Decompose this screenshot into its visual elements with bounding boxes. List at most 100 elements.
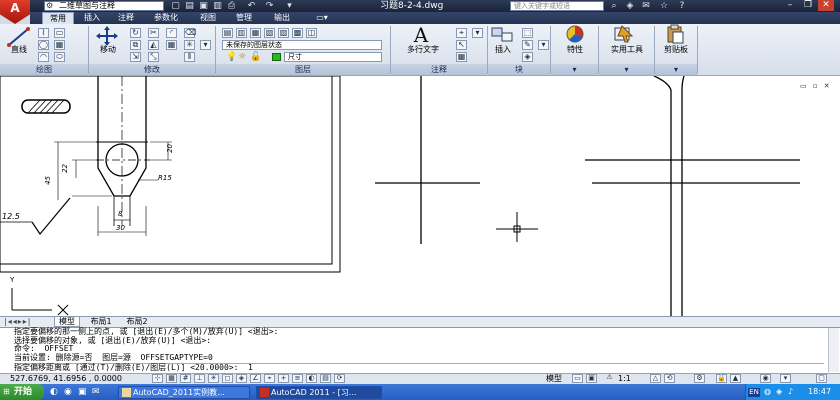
properties-button[interactable]: 特性 (556, 44, 594, 55)
volume-icon[interactable]: ♪ (788, 387, 798, 397)
block-dropdown-icon[interactable]: ▾ (538, 40, 549, 50)
tab-parametric[interactable]: 参数化 (146, 12, 186, 24)
new-file-icon[interactable]: ▢ (170, 1, 181, 11)
leader-icon[interactable]: ↖ (456, 40, 467, 50)
taskbar-item-autocad[interactable]: AutoCAD 2011 - [习... (256, 386, 382, 399)
array-icon[interactable]: ▦ (166, 40, 177, 50)
clipboard-icon[interactable] (664, 24, 686, 44)
rotate-icon[interactable]: ↻ (130, 28, 141, 38)
autocad-logo-icon[interactable]: A (0, 0, 30, 24)
auto-scale-icon[interactable]: ⟲ (664, 374, 675, 383)
clipboard-dropdown-icon[interactable]: ▾ (655, 64, 697, 75)
minimize-icon[interactable]: – (782, 0, 798, 11)
coordinates-readout[interactable]: 527.6769, 41.6956 , 0.0000 (10, 374, 122, 384)
grid-display-icon[interactable]: # (180, 374, 191, 383)
mtext-button[interactable]: 多行文字 (398, 44, 448, 55)
annotation-scale-icon[interactable]: ⚠ (604, 374, 615, 383)
lock-toolbar-icon[interactable]: 🔒 (716, 374, 727, 383)
layer-icon-7[interactable]: ◫ (306, 28, 317, 38)
properties-dropdown-icon[interactable]: ▾ (551, 64, 598, 75)
polar-tracking-icon[interactable]: ✳ (208, 374, 219, 383)
edit-block-icon[interactable]: ✎ (522, 40, 533, 50)
taskbar-item-tutorial[interactable]: AutoCAD_2011实例教... (118, 386, 250, 399)
command-scrollbar[interactable] (828, 328, 839, 372)
save-as-icon[interactable]: ▥ (212, 1, 223, 11)
annotation-panel-title[interactable]: 注释 (391, 64, 487, 75)
utilities-icon[interactable] (612, 24, 634, 44)
quicklaunch-icon-1[interactable]: ◐ (50, 386, 62, 398)
trim-icon[interactable]: ✂ (148, 28, 159, 38)
stretch-icon[interactable]: ⇲ (130, 52, 141, 62)
properties-icon[interactable] (564, 24, 586, 44)
quick-view-layouts-icon[interactable]: ▭ (572, 374, 583, 383)
quicklaunch-icon-2[interactable]: ◉ (64, 386, 76, 398)
quick-properties-icon[interactable]: ▤ (320, 374, 331, 383)
redo-icon[interactable]: ↷ (264, 1, 275, 11)
fillet-icon[interactable]: ◜ (166, 28, 177, 38)
annotation-scale[interactable]: 1:1 (618, 374, 631, 384)
tab-manage[interactable]: 管理 (228, 12, 260, 24)
tray-icon-2[interactable]: ◈ (776, 387, 786, 397)
current-layer-select[interactable]: 尺寸 (284, 52, 382, 62)
drawing[interactable] (0, 76, 840, 316)
restore-icon[interactable]: ❐ (800, 0, 816, 11)
viewport-controls[interactable]: ▭ ▫ ✕ (800, 82, 834, 90)
tab-model[interactable]: 模型 (54, 317, 80, 327)
layout-nav-arrows[interactable]: |◂◂▸▸| (4, 317, 44, 327)
status-menu-icon[interactable]: ▾ (780, 374, 791, 383)
favorites-icon[interactable]: ☆ (658, 1, 670, 11)
quicklaunch-icon-3[interactable]: ▣ (78, 386, 90, 398)
workspace-switch-icon[interactable]: ⚙ (694, 374, 705, 383)
move-icon[interactable] (96, 26, 118, 46)
table-icon[interactable]: ▦ (456, 52, 467, 62)
insert-button[interactable]: 插入 (490, 44, 516, 55)
lock-icon[interactable]: 🔓 (250, 52, 261, 62)
tab-output[interactable]: 输出 (266, 12, 298, 24)
search-icon[interactable]: ⌕ (608, 1, 620, 11)
layer-state-select[interactable]: 未保存的图层状态 (222, 40, 382, 50)
layer-icon-2[interactable]: ▥ (236, 28, 247, 38)
close-icon[interactable]: ✕ (818, 0, 834, 11)
dynamic-input-icon[interactable]: + (278, 374, 289, 383)
tab-view[interactable]: 视图 (194, 12, 222, 24)
rectangle-icon[interactable]: ▭ (54, 28, 65, 38)
communication-icon[interactable]: ✉ (640, 1, 652, 11)
selection-cycling-icon[interactable]: ⟳ (334, 374, 345, 383)
tab-annotate[interactable]: 注释 (112, 12, 140, 24)
tab-layout2[interactable]: 布局2 (122, 317, 152, 327)
help-icon[interactable]: ? (676, 1, 688, 11)
command-input[interactable]: 指定偏移距离或 [通过(T)/删除(E)/图层(L)] <20.0000>: 1 (14, 363, 824, 373)
utilities-dropdown-icon[interactable]: ▾ (599, 64, 654, 75)
infer-constraints-icon[interactable]: ⊹ (152, 374, 163, 383)
explode-icon[interactable]: ✳ (184, 40, 195, 50)
save-icon[interactable]: ▣ (198, 1, 209, 11)
lineweight-icon[interactable]: ≡ (292, 374, 303, 383)
dimension-icon[interactable]: ⌖ (456, 28, 467, 38)
layer-icon-6[interactable]: ▩ (292, 28, 303, 38)
tab-home[interactable]: 常用 (42, 12, 74, 24)
plot-icon[interactable]: ⎙ (226, 1, 237, 11)
layer-properties-icon[interactable]: ▤ (222, 28, 233, 38)
draw-panel-title[interactable]: 绘图 (0, 64, 88, 75)
workspace-select[interactable]: 二维草图与注释 (44, 1, 164, 11)
clipboard-button[interactable]: 剪贴板 (656, 44, 696, 55)
create-block-icon[interactable]: ⬚ (522, 28, 533, 38)
ellipse-icon[interactable]: ⬭ (54, 52, 65, 62)
subscription-icon[interactable]: ◈ (624, 1, 636, 11)
lightbulb-icon[interactable]: 💡 (226, 52, 237, 62)
tray-icon-1[interactable]: ◍ (764, 387, 774, 397)
erase-icon[interactable]: ⌫ (184, 28, 196, 38)
tab-insert[interactable]: 插入 (80, 12, 104, 24)
drawing-canvas[interactable]: 20 22 45 8 30 R15 12.5 Y (0, 76, 840, 316)
mirror-icon[interactable]: ◭ (148, 40, 159, 50)
block-panel-title[interactable]: 块 (488, 64, 550, 75)
annotation-visibility-icon[interactable]: △ (650, 374, 661, 383)
layer-icon-4[interactable]: ▧ (264, 28, 275, 38)
insert-block-icon[interactable] (490, 26, 516, 44)
circle-icon[interactable]: ◯ (38, 40, 49, 50)
move-button[interactable]: 移动 (94, 44, 122, 55)
offset-icon[interactable]: ⫴ (184, 52, 195, 62)
otrack-icon[interactable]: ∠ (250, 374, 261, 383)
utilities-button[interactable]: 实用工具 (604, 44, 650, 55)
mtext-icon[interactable]: A (410, 24, 432, 46)
